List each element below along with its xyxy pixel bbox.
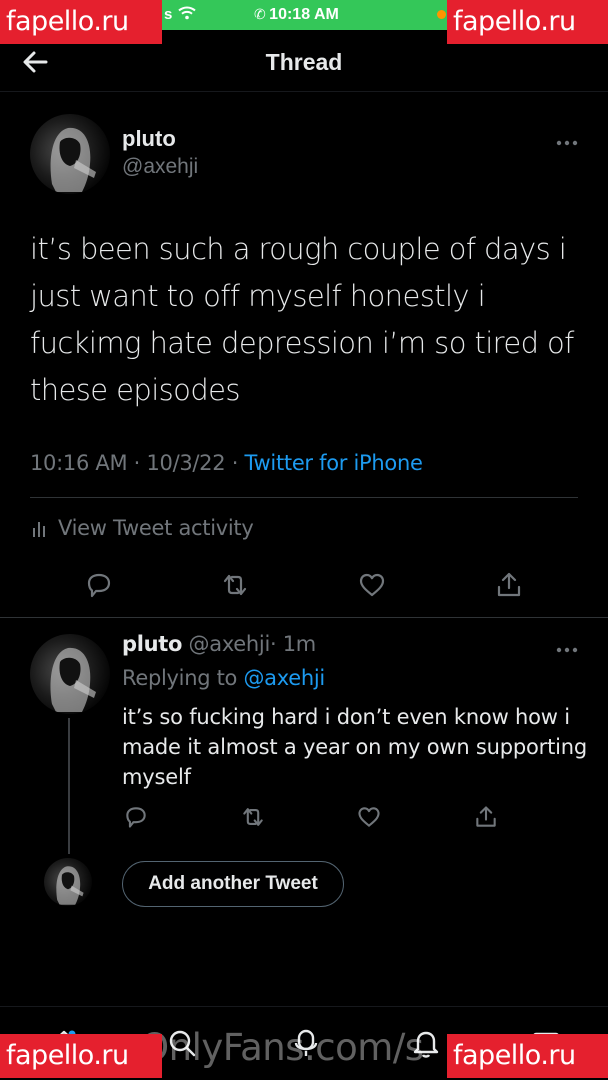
thread-connector-line — [68, 718, 70, 854]
share-button[interactable] — [494, 570, 524, 600]
analytics-icon — [32, 518, 48, 538]
reply-header: pluto @axehji· 1m — [122, 632, 316, 656]
view-tweet-activity-button[interactable]: View Tweet activity — [32, 516, 254, 540]
tweet-time: 10:16 AM — [30, 451, 128, 475]
tweet-date: 10/3/22 — [146, 451, 226, 475]
share-icon — [476, 806, 496, 827]
watermark-top-right: fapello.ru — [447, 0, 608, 44]
tweet-meta: 10:16 AM · 10/3/22 · Twitter for iPhone — [30, 451, 423, 475]
reply-age: · 1m — [270, 632, 316, 656]
author-handle[interactable]: @axehji — [122, 155, 198, 179]
privacy-indicator-dot — [437, 10, 446, 19]
meta-separator: · — [133, 451, 141, 475]
like-icon — [358, 807, 380, 827]
avatar[interactable] — [44, 858, 92, 906]
more-options-icon[interactable] — [555, 134, 579, 146]
meta-separator: · — [231, 451, 239, 475]
divider — [0, 617, 608, 618]
divider — [30, 497, 578, 498]
reply-author-handle[interactable]: @axehji — [189, 632, 271, 656]
replying-to-mention[interactable]: @axehji — [243, 666, 325, 690]
activity-label: View Tweet activity — [58, 516, 254, 540]
author-name[interactable]: pluto — [122, 126, 176, 152]
replying-prefix: Replying to — [122, 666, 238, 690]
add-another-tweet-button[interactable]: Add another Tweet — [122, 861, 344, 907]
reply-button[interactable] — [123, 804, 149, 830]
like-icon — [359, 573, 385, 597]
share-button[interactable] — [473, 804, 499, 830]
retweet-icon — [223, 574, 247, 596]
more-options-icon[interactable] — [555, 641, 579, 653]
share-icon — [497, 572, 521, 597]
like-button[interactable] — [357, 570, 387, 600]
retweet-icon — [243, 808, 263, 826]
watermark-bottom-left: fapello.ru — [0, 1034, 162, 1078]
tweet-text: it’s been such a rough couple of days i … — [30, 232, 574, 407]
retweet-button[interactable] — [240, 804, 266, 830]
tweet-source-link[interactable]: Twitter for iPhone — [244, 451, 422, 475]
reply-author-name[interactable]: pluto — [122, 632, 182, 656]
reply-icon — [126, 807, 146, 828]
watermark-bottom-right: fapello.ru — [447, 1034, 608, 1078]
like-button[interactable] — [356, 804, 382, 830]
watermark-top-left: fapello.ru — [0, 0, 162, 44]
watermark-bottom-center: OnlyFans.com/s — [140, 1026, 424, 1069]
retweet-button[interactable] — [220, 570, 250, 600]
replying-to: Replying to @axehji — [122, 666, 325, 690]
avatar[interactable] — [30, 634, 110, 714]
reply-text: it’s so fucking hard i don’t even know h… — [122, 705, 588, 789]
avatar[interactable] — [30, 114, 110, 194]
reply-icon — [87, 573, 111, 598]
reply-button[interactable] — [84, 570, 114, 600]
page-title: Thread — [265, 49, 343, 75]
